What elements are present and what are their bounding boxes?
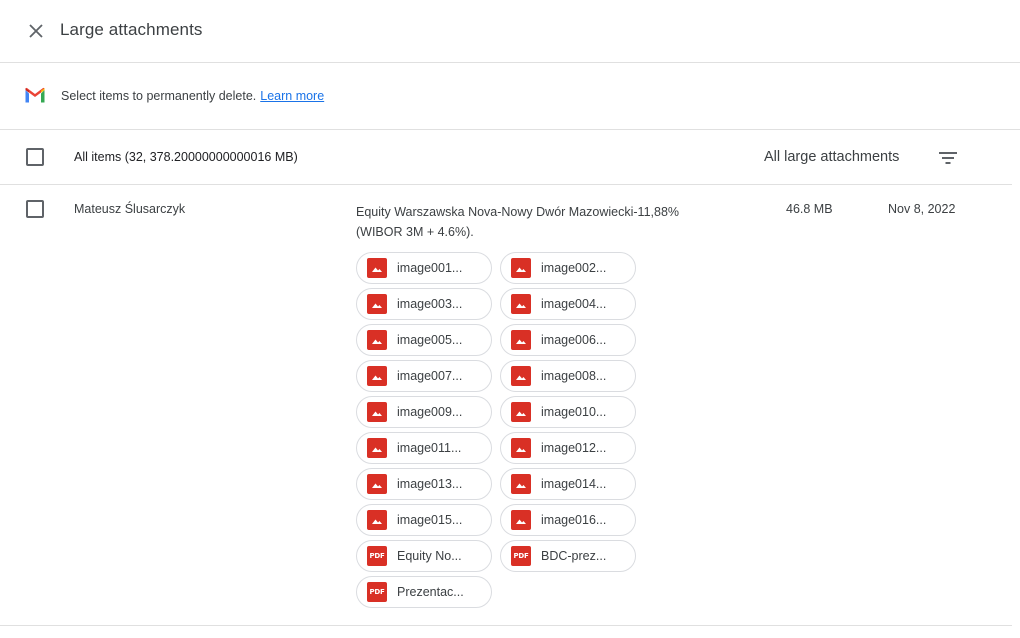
image-file-icon bbox=[367, 438, 387, 458]
attachment-name: image002... bbox=[541, 261, 607, 275]
attachment-name: image001... bbox=[397, 261, 463, 275]
attachment-chip[interactable]: image007... bbox=[356, 360, 492, 392]
filter-dropdown[interactable]: All large attachments bbox=[764, 149, 899, 165]
filter-icon[interactable] bbox=[937, 148, 959, 168]
attachment-chip[interactable]: image016... bbox=[500, 504, 636, 536]
image-file-icon bbox=[367, 474, 387, 494]
image-file-icon bbox=[511, 438, 531, 458]
attachment-chip[interactable]: PDF Equity No... bbox=[356, 540, 492, 572]
select-all-checkbox[interactable] bbox=[26, 148, 44, 166]
pdf-file-icon: PDF bbox=[511, 546, 531, 566]
attachment-name: Equity No... bbox=[397, 549, 462, 563]
attachment-name: image014... bbox=[541, 477, 607, 491]
image-file-icon bbox=[511, 258, 531, 278]
close-button[interactable] bbox=[24, 19, 48, 43]
list-header: All items (32, 378.20000000000016 MB) Al… bbox=[0, 131, 1012, 185]
attachment-name: Prezentac... bbox=[397, 585, 464, 599]
attachment-name: image010... bbox=[541, 405, 607, 419]
attachment-name: image008... bbox=[541, 369, 607, 383]
attachment-chip[interactable]: image013... bbox=[356, 468, 492, 500]
pdf-file-icon: PDF bbox=[367, 546, 387, 566]
image-file-icon bbox=[367, 258, 387, 278]
attachment-chip[interactable]: PDF BDC-prez... bbox=[500, 540, 636, 572]
attachment-name: image003... bbox=[397, 297, 463, 311]
attachment-chip[interactable]: image004... bbox=[500, 288, 636, 320]
email-date: Nov 8, 2022 bbox=[888, 202, 956, 216]
attachment-name: image012... bbox=[541, 441, 607, 455]
table-row[interactable]: Mateusz Ślusarczyk Equity Warszawska Nov… bbox=[0, 186, 1012, 626]
learn-more-link[interactable]: Learn more bbox=[260, 89, 324, 103]
image-file-icon bbox=[367, 294, 387, 314]
attachment-size: 46.8 MB bbox=[786, 202, 833, 216]
attachment-chip[interactable]: PDF Prezentac... bbox=[356, 576, 492, 608]
info-bar: Select items to permanently delete. Learn… bbox=[0, 64, 1020, 130]
attachment-chip[interactable]: image010... bbox=[500, 396, 636, 428]
image-file-icon bbox=[367, 330, 387, 350]
sender-name: Mateusz Ślusarczyk bbox=[74, 202, 186, 216]
page-title: Large attachments bbox=[60, 20, 203, 39]
attachment-name: image011... bbox=[397, 441, 462, 455]
attachment-name: BDC-prez... bbox=[541, 549, 607, 563]
attachment-name: image007... bbox=[397, 369, 463, 383]
attachment-chip[interactable]: image005... bbox=[356, 324, 492, 356]
attachment-name: image015... bbox=[397, 513, 463, 527]
row-checkbox[interactable] bbox=[26, 200, 44, 218]
image-file-icon bbox=[511, 366, 531, 386]
email-subject: Equity Warszawska Nova-Nowy Dwór Mazowie… bbox=[356, 205, 680, 239]
attachment-chip[interactable]: image009... bbox=[356, 396, 492, 428]
attachment-name: image005... bbox=[397, 333, 463, 347]
image-file-icon bbox=[511, 294, 531, 314]
pdf-file-icon: PDF bbox=[367, 582, 387, 602]
attachment-chip[interactable]: image014... bbox=[500, 468, 636, 500]
image-file-icon bbox=[367, 510, 387, 530]
attachment-name: image004... bbox=[541, 297, 607, 311]
attachment-chip[interactable]: image001... bbox=[356, 252, 492, 284]
image-file-icon bbox=[511, 330, 531, 350]
image-file-icon bbox=[367, 366, 387, 386]
image-file-icon bbox=[511, 474, 531, 494]
attachment-chip[interactable]: image006... bbox=[500, 324, 636, 356]
image-file-icon bbox=[511, 402, 531, 422]
attachment-name: image013... bbox=[397, 477, 463, 491]
attachment-chip[interactable]: image003... bbox=[356, 288, 492, 320]
image-file-icon bbox=[367, 402, 387, 422]
attachment-chip[interactable]: image012... bbox=[500, 432, 636, 464]
gmail-logo-icon bbox=[25, 87, 45, 103]
info-message: Select items to permanently delete. bbox=[61, 89, 257, 103]
attachment-chip[interactable]: image015... bbox=[356, 504, 492, 536]
all-items-label: All items (32, 378.20000000000016 MB) bbox=[74, 150, 298, 164]
attachment-chip[interactable]: image011... bbox=[356, 432, 492, 464]
attachment-name: image016... bbox=[541, 513, 607, 527]
info-text: Select items to permanently delete. Learn… bbox=[61, 89, 324, 103]
image-file-icon bbox=[511, 510, 531, 530]
attachment-name: image009... bbox=[397, 405, 463, 419]
close-icon bbox=[29, 24, 43, 38]
attachment-chip[interactable]: image002... bbox=[500, 252, 636, 284]
attachment-chips: image001... image002... image003... image00… bbox=[356, 252, 646, 608]
attachment-name: image006... bbox=[541, 333, 607, 347]
attachment-chip[interactable]: image008... bbox=[500, 360, 636, 392]
page-header: Large attachments bbox=[0, 0, 1020, 63]
